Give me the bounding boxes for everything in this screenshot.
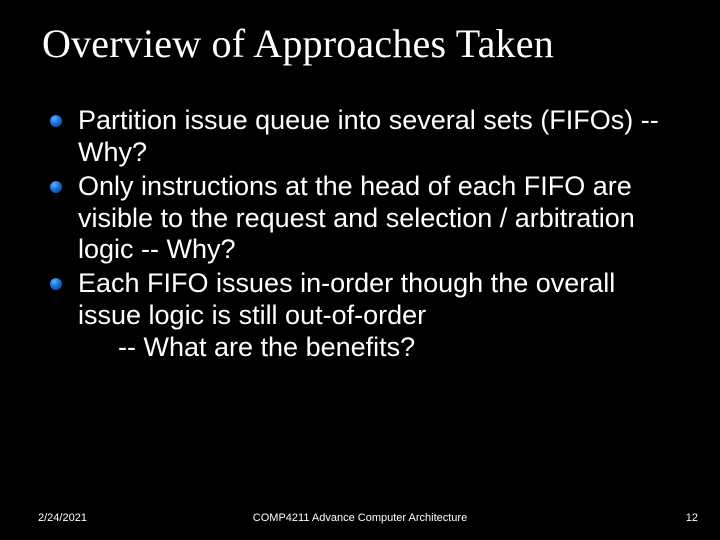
bullet-subtext: -- What are the benefits? <box>78 332 680 364</box>
bullet-list: Partition issue queue into several sets … <box>50 105 680 364</box>
bullet-text: Each FIFO issues in-order though the ove… <box>78 268 615 330</box>
slide: Overview of Approaches Taken Partition i… <box>0 0 720 540</box>
slide-title: Overview of Approaches Taken <box>0 0 720 67</box>
bullet-text: Only instructions at the head of each FI… <box>78 171 635 265</box>
bullet-icon <box>50 181 62 193</box>
bullet-icon <box>50 115 62 127</box>
footer-page-number: 12 <box>686 512 698 524</box>
list-item: Only instructions at the head of each FI… <box>50 171 680 267</box>
footer-date: 2/24/2021 <box>0 512 200 524</box>
bullet-icon <box>50 278 62 290</box>
footer-center: COMP4211 Advance Computer Architecture <box>253 512 467 524</box>
list-item: Partition issue queue into several sets … <box>50 105 680 169</box>
list-item: Each FIFO issues in-order though the ove… <box>50 268 680 364</box>
bullet-text: Partition issue queue into several sets … <box>78 105 659 167</box>
slide-content: Partition issue queue into several sets … <box>0 67 720 364</box>
slide-footer: 2/24/2021 COMP4211 Advance Computer Arch… <box>0 512 720 524</box>
